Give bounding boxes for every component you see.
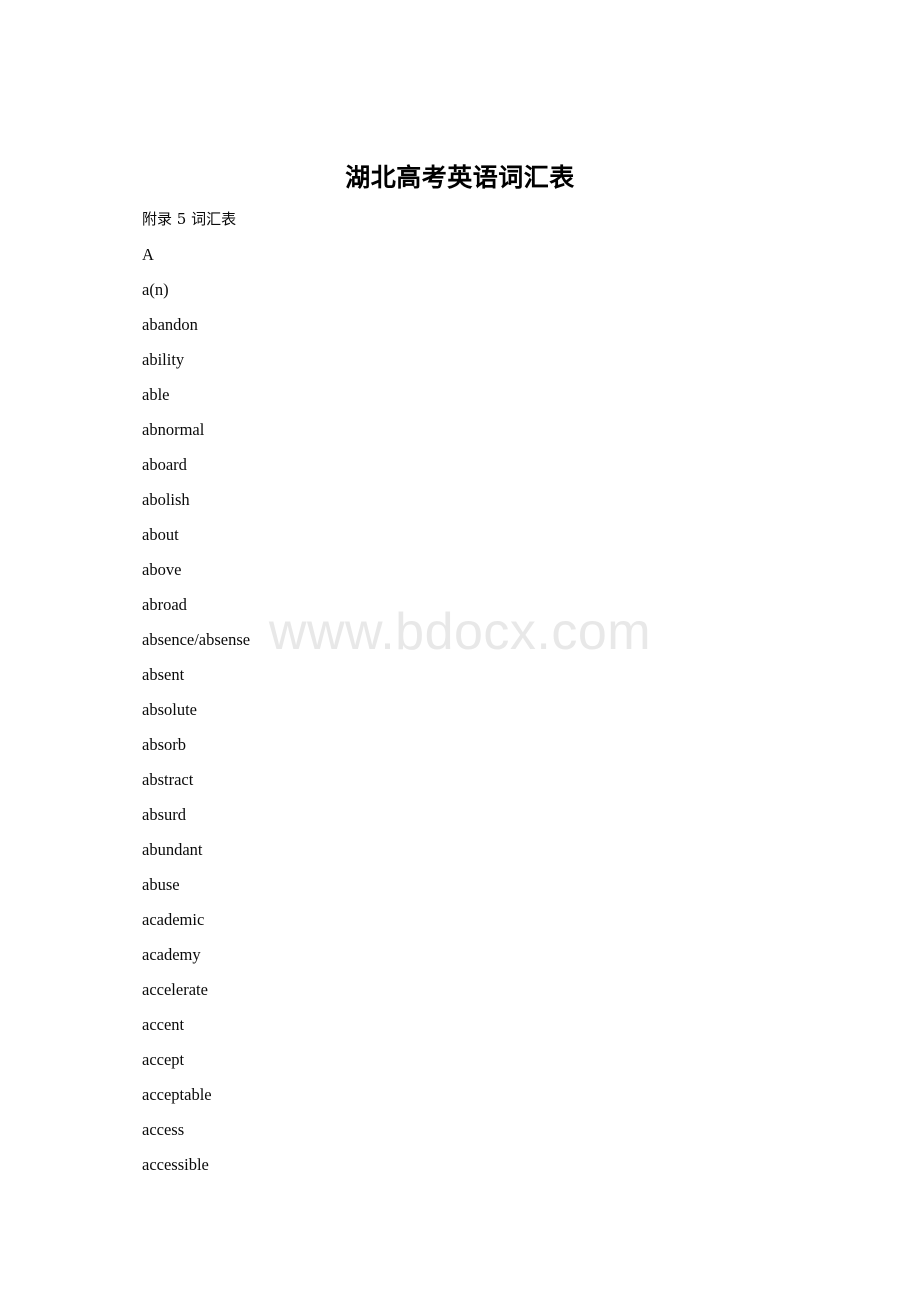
vocabulary-entry: academic (142, 910, 205, 929)
vocabulary-entry: above (142, 560, 182, 579)
vocabulary-entry: abnormal (142, 420, 205, 439)
vocabulary-entry: about (142, 525, 179, 544)
vocabulary-entry: abolish (142, 490, 190, 509)
vocabulary-entry: absent (142, 665, 185, 684)
vocabulary-entry: access (142, 1120, 185, 1139)
vocabulary-entry: absence/absense (142, 630, 251, 649)
vocabulary-entry: ability (142, 350, 185, 369)
vocabulary-entry: abundant (142, 840, 203, 859)
vocabulary-entry: able (142, 385, 170, 404)
vocabulary-entry: absolute (142, 700, 197, 719)
vocabulary-entry: accent (142, 1015, 185, 1034)
vocabulary-entry: acceptable (142, 1085, 212, 1104)
vocabulary-entry: abandon (142, 315, 198, 334)
vocabulary-body: 附录 5 词汇表 A a(n) abandon ability able abn… (142, 202, 842, 1182)
page-title: 湖北高考英语词汇表 (345, 162, 575, 192)
section-heading-a: A (142, 245, 154, 264)
vocabulary-entry: accessible (142, 1155, 209, 1174)
vocabulary-entry: accelerate (142, 980, 208, 999)
vocabulary-entry: abroad (142, 595, 187, 614)
appendix-subtitle: 附录 5 词汇表 (142, 210, 237, 228)
vocabulary-entry: academy (142, 945, 201, 964)
vocabulary-entry: absorb (142, 735, 186, 754)
vocabulary-entry: abuse (142, 875, 180, 894)
vocabulary-entry: absurd (142, 805, 186, 824)
vocabulary-entry: abstract (142, 770, 194, 789)
vocabulary-entry: aboard (142, 455, 187, 474)
vocabulary-entry: a(n) (142, 280, 169, 299)
document-page: www.bdocx.com 湖北高考英语词汇表 附录 5 词汇表 A a(n) … (0, 0, 920, 1302)
vocabulary-entry: accept (142, 1050, 185, 1069)
